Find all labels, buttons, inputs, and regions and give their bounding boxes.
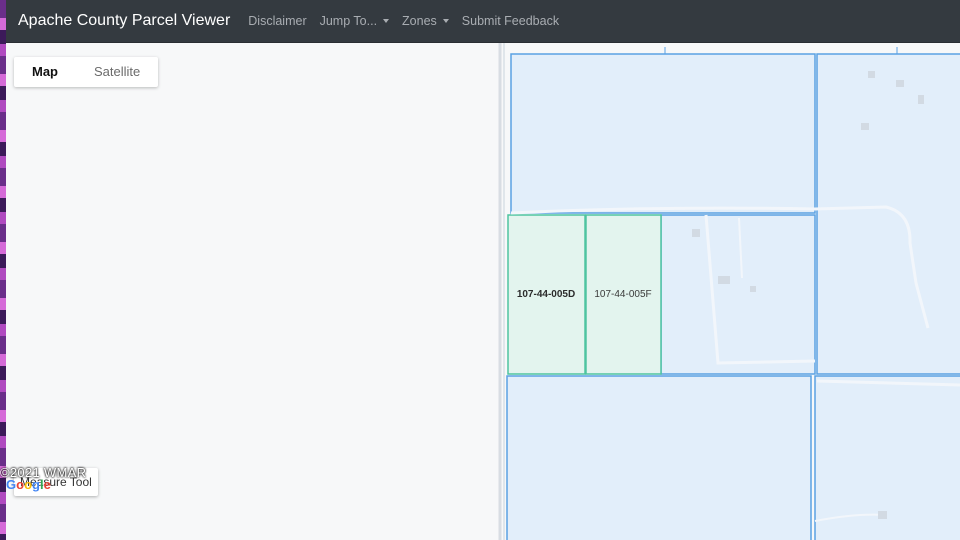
google-logo: Google [6, 477, 51, 492]
parcel-label-005d: 107-44-005D [517, 289, 575, 300]
nav-zones-dropdown[interactable]: Zones [402, 14, 449, 28]
structure-marker [878, 511, 887, 519]
structure-marker [868, 71, 875, 78]
structure-marker [861, 123, 869, 130]
nav-submit-feedback[interactable]: Submit Feedback [462, 14, 559, 28]
nav-feedback-label: Submit Feedback [461, 14, 560, 28]
nav-jump-to-label: Jump To... [319, 14, 378, 28]
structure-marker [896, 80, 904, 87]
nav-zones-label: Zones [402, 14, 437, 28]
caret-down-icon [442, 19, 449, 23]
map-canvas[interactable]: 107-44-005D 107-44-005F Map Satellite Me… [6, 43, 960, 540]
map-type-satellite-button[interactable]: Satellite [76, 57, 158, 87]
parcel-label-005f: 107-44-005F [594, 289, 651, 300]
structure-marker [692, 229, 700, 237]
nav-jump-to-dropdown[interactable]: Jump To... [319, 14, 390, 28]
structure-marker [718, 276, 730, 284]
map-type-control: Map Satellite [14, 57, 159, 87]
structure-marker [918, 95, 924, 104]
parcel[interactable] [816, 53, 960, 375]
parcel[interactable] [814, 375, 960, 540]
parcel[interactable] [510, 53, 816, 214]
nav-disclaimer-label: Disclaimer [248, 14, 307, 28]
map-type-map-button[interactable]: Map [14, 57, 76, 87]
parcel[interactable] [660, 214, 816, 375]
nav-disclaimer[interactable]: Disclaimer [248, 14, 306, 28]
parcel[interactable] [506, 375, 812, 540]
app-title[interactable]: Apache County Parcel Viewer [18, 12, 230, 30]
navbar: Apache County Parcel Viewer Disclaimer J… [6, 0, 960, 43]
structure-marker [750, 286, 756, 292]
caret-down-icon [383, 19, 390, 23]
parcel-overlay: 107-44-005D 107-44-005F [498, 43, 960, 540]
